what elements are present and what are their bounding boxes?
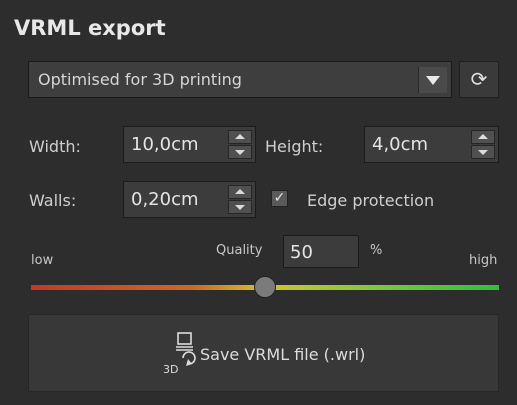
width-decrement-button[interactable] bbox=[228, 145, 252, 159]
walls-increment-button[interactable] bbox=[228, 185, 252, 199]
walls-spinbox[interactable]: 0,20cm bbox=[123, 181, 256, 218]
width-increment-button[interactable] bbox=[228, 130, 252, 144]
quality-slider-thumb[interactable] bbox=[254, 276, 276, 298]
quality-input[interactable]: 50 bbox=[283, 235, 359, 268]
save-icon-text: 3D bbox=[163, 363, 178, 376]
quality-value[interactable]: 50 bbox=[290, 242, 313, 263]
edge-protection-checkbox[interactable]: ✓ bbox=[271, 190, 288, 207]
height-value[interactable]: 4,0cm bbox=[372, 134, 428, 155]
vrml-export-panel: VRML export Optimised for 3D printing ⟳ … bbox=[0, 0, 517, 405]
panel-title: VRML export bbox=[14, 16, 166, 40]
width-label: Width: bbox=[29, 137, 81, 156]
height-label: Height: bbox=[265, 137, 324, 156]
save-3d-icon: 3D bbox=[163, 332, 196, 376]
preset-value: Optimised for 3D printing bbox=[38, 70, 242, 89]
quality-low-label: low bbox=[31, 253, 54, 268]
quality-label: Quality bbox=[216, 243, 263, 258]
width-value[interactable]: 10,0cm bbox=[131, 134, 199, 155]
save-button-label: Save VRML file (.wrl) bbox=[200, 345, 366, 364]
save-vrml-button[interactable]: 3D Save VRML file (.wrl) bbox=[28, 314, 499, 392]
quality-unit: % bbox=[370, 243, 383, 258]
height-spinbox[interactable]: 4,0cm bbox=[364, 126, 499, 163]
walls-label: Walls: bbox=[29, 191, 77, 210]
refresh-button[interactable]: ⟳ bbox=[459, 61, 499, 98]
checkmark-icon: ✓ bbox=[273, 190, 286, 206]
chevron-down-icon[interactable] bbox=[418, 67, 447, 93]
walls-value[interactable]: 0,20cm bbox=[131, 189, 199, 210]
height-decrement-button[interactable] bbox=[471, 145, 495, 159]
walls-decrement-button[interactable] bbox=[228, 200, 252, 214]
width-spinbox[interactable]: 10,0cm bbox=[123, 126, 256, 163]
refresh-icon: ⟳ bbox=[470, 67, 488, 91]
height-increment-button[interactable] bbox=[471, 130, 495, 144]
quality-high-label: high bbox=[469, 253, 498, 268]
edge-protection-label[interactable]: Edge protection bbox=[307, 191, 434, 210]
preset-dropdown[interactable]: Optimised for 3D printing bbox=[28, 61, 452, 98]
